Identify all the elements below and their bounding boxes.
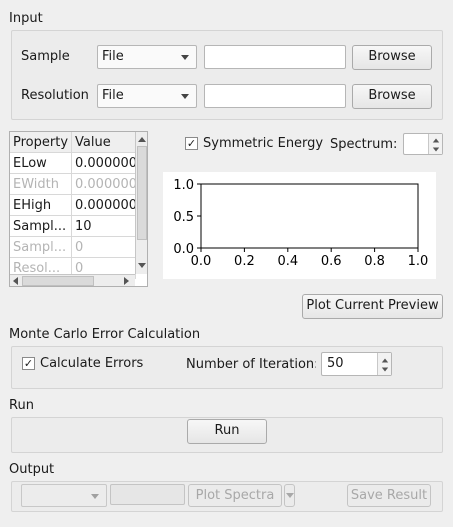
table-row-value[interactable]: 0.000000: [72, 153, 136, 174]
table-vertical-scrollbar[interactable]: [135, 132, 147, 274]
save-result-button[interactable]: Save Result: [347, 484, 431, 507]
sample-browse-button[interactable]: Browse: [352, 45, 432, 70]
spin-up-icon[interactable]: [432, 138, 440, 143]
scroll-up-icon[interactable]: [138, 137, 146, 142]
resolution-path-input[interactable]: [204, 84, 346, 108]
table-row-property[interactable]: Sampl...: [10, 216, 72, 237]
chevron-down-icon: [181, 55, 189, 60]
resolution-browse-button[interactable]: Browse: [352, 84, 432, 109]
table-row-property[interactable]: ELow: [10, 153, 72, 174]
spectrum-spin-buttons[interactable]: [428, 134, 442, 154]
iterations-spin-buttons[interactable]: [377, 353, 391, 375]
spin-down-icon[interactable]: [432, 147, 440, 152]
spin-down-icon[interactable]: [381, 367, 389, 372]
table-horizontal-scrollbar[interactable]: [10, 274, 135, 286]
vertical-scroll-handle[interactable]: [137, 146, 147, 240]
table-row-property[interactable]: EHigh: [10, 195, 72, 216]
x-tick-label: 0.8: [364, 254, 385, 269]
sample-path-input[interactable]: [204, 45, 346, 69]
symmetric-energy-checkbox[interactable]: ✓: [185, 137, 198, 150]
plot-spectra-button[interactable]: Plot Spectra: [188, 484, 282, 507]
table-row-value: 0: [72, 237, 136, 258]
x-tick-label: 0.2: [234, 254, 255, 269]
resolution-type-value: File: [102, 88, 124, 103]
calculate-errors-checkbox[interactable]: ✓: [22, 357, 35, 370]
x-tick-label: 0.4: [277, 254, 298, 269]
x-tick-label: 1.0: [408, 254, 429, 269]
plot-current-preview-button[interactable]: Plot Current Preview: [302, 294, 443, 319]
scroll-left-icon[interactable]: [13, 277, 18, 285]
header-value[interactable]: Value: [72, 132, 136, 153]
run-section-title: Run: [9, 398, 34, 413]
resolution-label: Resolution: [21, 88, 89, 103]
iterations-label: Number of Iteration:: [186, 357, 316, 372]
spin-up-icon[interactable]: [381, 358, 389, 363]
symmetric-energy-label: Symmetric Energy: [203, 136, 324, 151]
preview-chart: 0.0 0.2 0.4 0.6 0.8 1.0 0.00.51.0: [163, 172, 436, 279]
spectrum-label: Spectrum:: [330, 137, 398, 152]
chevron-down-icon: [91, 494, 99, 499]
x-tick-label: 0.6: [321, 254, 342, 269]
property-table[interactable]: Property Value ELow 0.000000 EWidth 0.00…: [9, 131, 148, 287]
scroll-down-icon[interactable]: [138, 263, 146, 268]
header-property[interactable]: Property: [10, 132, 72, 153]
plot-spectra-menu-button[interactable]: [284, 484, 295, 507]
iterations-spinbox[interactable]: 50: [321, 352, 392, 376]
table-row-value[interactable]: 0.000000: [72, 195, 136, 216]
output-section-title: Output: [9, 462, 55, 477]
table-row-property: EWidth: [10, 174, 72, 195]
sample-label: Sample: [21, 49, 70, 64]
chevron-down-icon: [181, 94, 189, 99]
resolution-type-combo[interactable]: File: [97, 84, 197, 108]
table-row-value: 0.000000: [72, 174, 136, 195]
calculate-errors-label: Calculate Errors: [40, 356, 144, 371]
output-plot-field[interactable]: [110, 484, 185, 505]
chevron-down-icon: [286, 493, 294, 498]
input-section-title: Input: [9, 11, 43, 26]
monte-carlo-section-title: Monte Carlo Error Calculation: [9, 327, 201, 342]
sample-type-combo[interactable]: File: [97, 45, 197, 69]
spectrum-spinbox[interactable]: [403, 133, 443, 155]
table-row-value[interactable]: 10: [72, 216, 136, 237]
output-workspace-combo[interactable]: [21, 484, 107, 507]
sample-type-value: File: [102, 49, 124, 64]
iterations-value: 50: [327, 356, 344, 371]
scroll-right-icon[interactable]: [124, 277, 129, 285]
y-tick-label: 0.0: [173, 242, 194, 257]
run-button[interactable]: Run: [187, 419, 267, 444]
horizontal-scroll-handle[interactable]: [22, 276, 94, 286]
table-row-property: Sampl...: [10, 237, 72, 258]
y-tick-label: 0.5: [173, 210, 194, 225]
y-tick-label: 1.0: [173, 178, 194, 193]
